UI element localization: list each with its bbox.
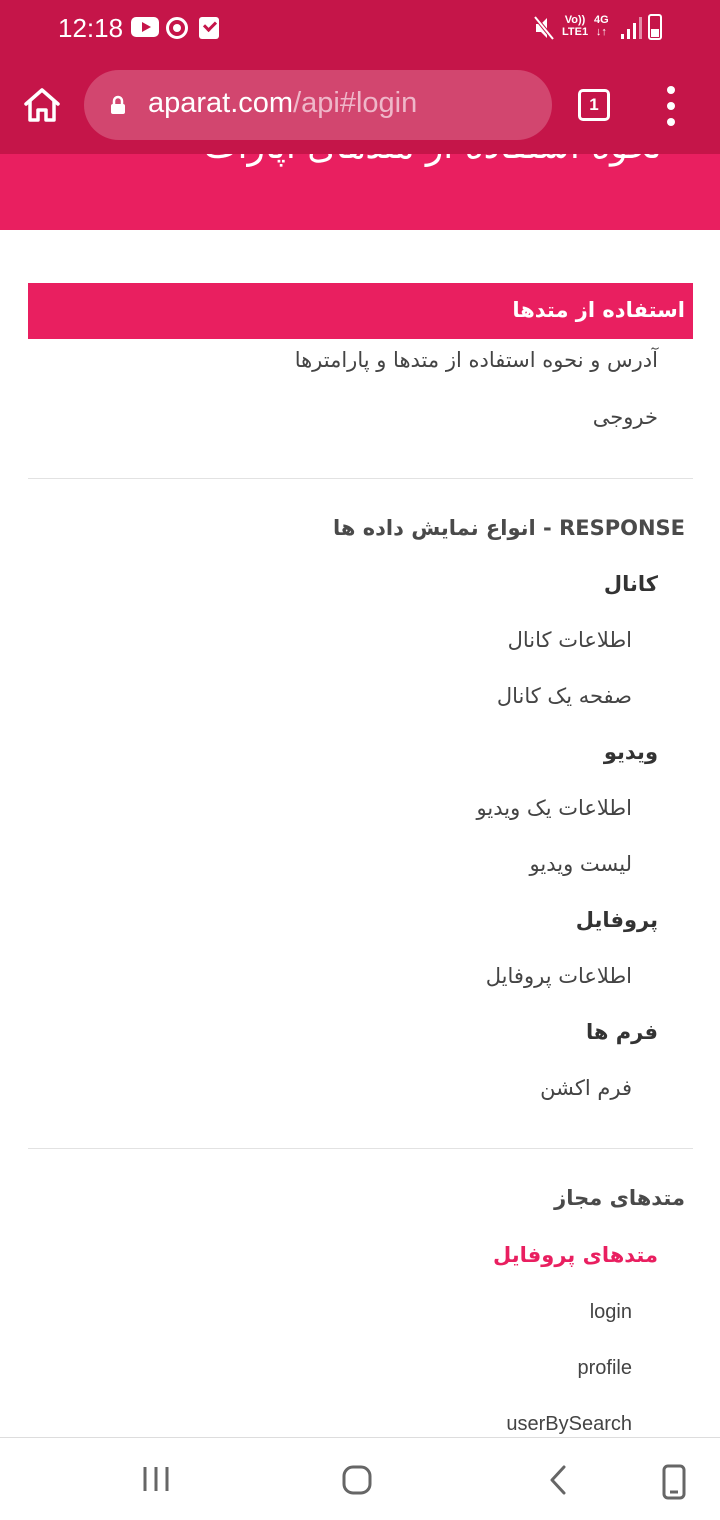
hero-banner: نحوه استفاده از متدهای آپارات [0,154,720,230]
volte-icon: Vo)) LTE1 [562,14,588,38]
recent-apps-icon[interactable] [141,1464,171,1494]
url-domain: aparat.com [148,87,294,119]
status-bar: 12:18 Vo)) LTE1 4G ↓↑ [0,0,720,58]
network-bottom-label: ↓↑ [595,26,607,38]
nav-group-profile[interactable]: پروفایل [576,908,658,932]
youtube-icon [131,17,159,37]
nav-header-methods-usage[interactable]: استفاده از متدها [28,283,693,339]
system-navigation-bar [0,1437,720,1520]
nav-item-channel-info[interactable]: اطلاعات کانال [508,628,632,652]
volte-top-label: Vo)) [564,14,586,26]
nav-item-video-list[interactable]: لیست ویدیو [530,852,632,876]
tabs-button[interactable]: 1 [578,89,610,121]
checklist-icon [199,17,219,39]
back-icon[interactable] [546,1464,570,1496]
browser-toolbar: aparat.com/api#login 1 [0,58,720,154]
divider [28,1148,693,1149]
nav-item-video-info[interactable]: اطلاعات یک ویدیو [477,796,632,820]
status-time: 12:18 [58,13,124,43]
mute-icon [534,16,554,40]
screen-rotate-icon[interactable] [660,1464,688,1500]
page-title: نحوه استفاده از متدهای آپارات [204,154,662,167]
url-text: aparat.com/api#login [148,87,417,120]
network-top-label: 4G [594,14,609,26]
nav-item-output[interactable]: خروجی [593,405,658,429]
nav-group-profile-methods[interactable]: متدهای پروفایل [493,1243,658,1267]
nav-item-profile-info[interactable]: اطلاعات پروفایل [486,964,632,988]
home-button[interactable] [22,86,62,124]
volte-bottom-label: LTE1 [562,26,589,38]
section-title-response[interactable]: RESPONSE - انواع نمایش داده ها [333,516,685,540]
signal-icon [621,17,642,39]
menu-dot-icon [667,118,675,126]
menu-dot-icon [667,102,675,110]
nav-item-channel-page[interactable]: صفحه یک کانال [497,684,632,708]
url-bar[interactable]: aparat.com/api#login [84,70,552,140]
sync-icon [166,17,188,39]
nav-item-form-action[interactable]: فرم اکشن [540,1076,632,1100]
method-link-profile[interactable]: profile [578,1357,632,1380]
method-link-login[interactable]: login [590,1301,632,1324]
menu-button[interactable] [660,86,682,126]
battery-icon [648,14,662,40]
url-path: /api#login [293,87,418,119]
menu-dot-icon [667,86,675,94]
home-icon[interactable] [341,1464,373,1496]
nav-group-channel[interactable]: کانال [604,572,658,596]
nav-item-address-usage[interactable]: آدرس و نحوه استفاده از متدها و پارامترها [295,348,658,372]
method-link-userbysearch[interactable]: userBySearch [506,1413,632,1436]
nav-group-video[interactable]: ویدیو [604,740,658,764]
divider [28,478,693,479]
section-title-allowed-methods[interactable]: متدهای مجاز [554,1186,685,1210]
network-4g-icon: 4G ↓↑ [594,14,609,38]
nav-group-forms[interactable]: فرم ها [586,1020,658,1044]
lock-icon [111,95,125,114]
